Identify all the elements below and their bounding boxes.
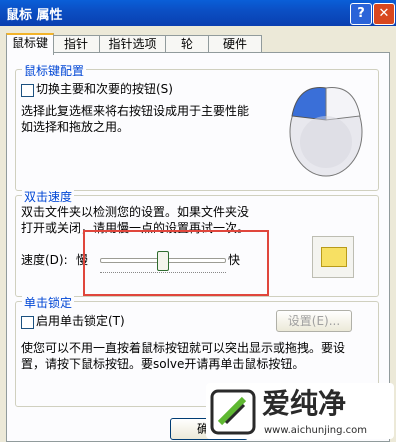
watermark-logo-icon: [210, 389, 256, 435]
highlight-box: [83, 230, 269, 296]
watermark-brand: 爱纯净: [262, 387, 347, 420]
click-lock-label: 启用单击锁定(T): [36, 314, 125, 328]
window-title: 鼠标 属性: [6, 8, 63, 23]
help-button[interactable]: ?: [350, 3, 372, 25]
clicklock-desc-line1: 使您可以不用一直按着鼠标按钮就可以突出显示或拖拽。要设: [21, 341, 346, 355]
tab-pointer-options[interactable]: 指针选项: [99, 35, 166, 53]
tab-pointers[interactable]: 指针: [52, 35, 100, 53]
watermark-url: www.aichunjing.com: [264, 425, 367, 436]
test-folder[interactable]: [312, 236, 354, 278]
mouse-icon: [289, 87, 363, 177]
swap-buttons-label: 切换主要和次要的按钮(S): [36, 82, 173, 96]
click-lock-checkbox[interactable]: [21, 316, 34, 329]
title-bar: 鼠标 属性 ? ✕: [0, 0, 396, 26]
folder-icon: [321, 247, 347, 267]
group-title: 双击速度: [22, 188, 75, 205]
swap-desc-line2: 如选择和拖放之用。: [21, 120, 130, 134]
group-title: 单击锁定: [22, 294, 75, 311]
tab-wheel[interactable]: 轮: [165, 35, 209, 53]
close-button[interactable]: ✕: [373, 3, 395, 25]
clicklock-desc-line2: 置，请按下鼠标按钮。要solve开请再单击鼠标按钮。: [21, 357, 305, 371]
click-lock-settings-button[interactable]: 设置(E)...: [276, 310, 352, 332]
dblclick-desc-line1: 双击文件夹以检测您的设置。如果文件夹没: [21, 205, 250, 219]
swap-buttons-checkbox[interactable]: [21, 84, 34, 97]
speed-label: 速度(D):: [21, 253, 68, 267]
swap-desc-line1: 选择此复选框来将右按钮设成用于主要性能: [21, 104, 250, 118]
double-click-group: 双击速度 双击文件夹以检测您的设置。如果文件夹没 打开或关闭，请用慢一点的设置再…: [15, 188, 379, 297]
tab-hardware[interactable]: 硬件: [208, 35, 262, 53]
tab-buttons[interactable]: 鼠标键: [6, 33, 54, 55]
button-config-group: 鼠标键配置 切换主要和次要的按钮(S) 选择此复选框来将右按钮设成用于主要性能 …: [15, 62, 379, 191]
group-title: 鼠标键配置: [22, 62, 87, 79]
watermark: 爱纯净 www.aichunjing.com: [206, 383, 394, 439]
